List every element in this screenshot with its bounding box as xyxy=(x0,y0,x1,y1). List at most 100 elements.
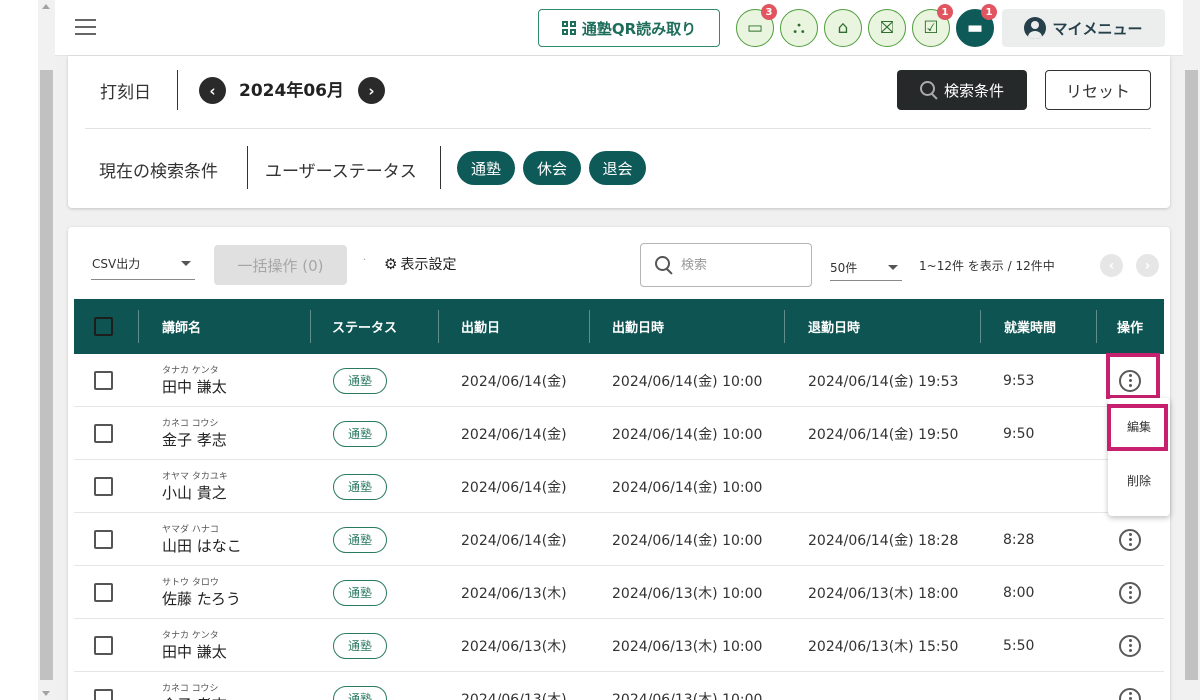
header-divider xyxy=(589,310,590,343)
prev-month-button[interactable]: ‹ xyxy=(199,77,226,104)
table-row[interactable]: ヤマダ ハナコ 山田 はなこ 通塾 2024/06/14(金) 2024/06/14(金… xyxy=(74,513,1164,566)
clock-in-cell: 2024/06/13(木) 10:00 xyxy=(612,691,763,700)
table-row[interactable]: オヤマ タカユキ 小山 貴之 通塾 2024/06/14(金) 2024/06/14(金… xyxy=(74,460,1164,513)
header-status[interactable]: ステータス xyxy=(332,299,397,354)
display-settings-button[interactable]: ⚙ 表示設定 xyxy=(384,254,456,274)
work-time-cell: 9:53 xyxy=(1003,372,1035,389)
chevron-down-icon xyxy=(181,260,191,266)
table-row[interactable]: タナカ ケンタ 田中 謙太 通塾 2024/06/14(金) 2024/06/14(金)… xyxy=(74,354,1164,407)
table-row[interactable]: タナカ ケンタ 田中 謙太 通塾 2024/06/13(木) 2024/06/13(木)… xyxy=(74,619,1164,672)
next-month-button[interactable]: › xyxy=(358,77,385,104)
row-checkbox[interactable] xyxy=(94,477,113,496)
status-cell: 通塾 xyxy=(333,619,387,672)
more-options-icon[interactable] xyxy=(1119,687,1141,700)
attendance-date-cell: 2024/06/13(木) xyxy=(461,585,567,602)
row-checkbox-cell[interactable] xyxy=(94,619,113,672)
top-header: 通塾QR読み取り ▭ 3 ⛬ ⌂ ⛝ ☑ 1 ▬ 1 マイメニュー xyxy=(55,0,1183,56)
menu-item-delete[interactable]: 削除 xyxy=(1108,460,1170,500)
header-work-time[interactable]: 就業時間 xyxy=(1004,299,1056,354)
hamburger-menu-icon[interactable] xyxy=(75,19,96,35)
teacher-name-cell: サトウ タロウ 佐藤 たろう xyxy=(162,566,241,619)
select-all-checkbox[interactable] xyxy=(94,317,113,336)
row-checkbox[interactable] xyxy=(94,371,113,390)
row-checkbox[interactable] xyxy=(94,689,113,700)
prev-page-button[interactable]: ‹ xyxy=(1100,254,1123,277)
row-checkbox-cell[interactable] xyxy=(94,513,113,566)
row-checkbox[interactable] xyxy=(94,530,113,549)
right-scrollbar-thumb[interactable] xyxy=(1185,70,1198,680)
school-building-button[interactable]: ⌂ xyxy=(824,9,862,47)
checklist-button[interactable]: ☑ 1 xyxy=(912,4,953,47)
status-chip-withdrawn[interactable]: 退会 xyxy=(589,151,646,185)
next-page-button[interactable]: › xyxy=(1136,254,1159,277)
my-menu-button[interactable]: マイメニュー xyxy=(1002,9,1165,47)
row-checkbox-cell[interactable] xyxy=(94,354,113,407)
teacher-name: 小山 貴之 xyxy=(162,483,227,502)
status-badge: 通塾 xyxy=(333,473,387,500)
table-row[interactable]: カネコ コウシ金子 孝志 通塾 2024/06/13(木) 2024/06/13(木)… xyxy=(74,672,1164,700)
teacher-name-cell: カネコ コウシ金子 孝志 xyxy=(162,672,227,700)
clock-in-cell: 2024/06/14(金) 10:00 xyxy=(612,479,763,496)
row-checkbox-cell[interactable] xyxy=(94,407,113,460)
more-options-icon[interactable] xyxy=(1119,634,1141,657)
attendance-date-cell: 2024/06/14(金) xyxy=(461,532,567,549)
status-chip-suspended[interactable]: 休会 xyxy=(523,151,581,185)
status-badge: 通塾 xyxy=(333,632,387,659)
teacher-name-cell: オヤマ タカユキ 小山 貴之 xyxy=(162,460,228,513)
left-scrollbar[interactable] xyxy=(38,0,55,700)
header-divider xyxy=(1096,310,1097,343)
per-page-select[interactable]: 50件 xyxy=(830,254,902,281)
more-options-icon[interactable] xyxy=(1119,581,1141,604)
user-status-label: ユーザーステータス xyxy=(265,162,417,182)
row-checkbox[interactable] xyxy=(94,424,113,443)
row-checkbox[interactable] xyxy=(94,636,113,655)
header-clock-out[interactable]: 退勤日時 xyxy=(808,299,860,354)
qr-scan-button[interactable]: 通塾QR読み取り xyxy=(538,9,720,47)
teacher-name-cell: タナカ ケンタ 田中 謙太 xyxy=(162,354,227,407)
table-row[interactable]: サトウ タロウ 佐藤 たろう 通塾 2024/06/13(木) 2024/06/13(木… xyxy=(74,566,1164,619)
status-cell: 通塾 xyxy=(333,672,387,700)
divider xyxy=(85,128,1151,129)
attendance-date-cell: 2024/06/13(木) xyxy=(461,691,567,700)
search-input[interactable] xyxy=(681,257,791,273)
clock-in-cell: 2024/06/13(木) 10:00 xyxy=(612,638,763,655)
status-badge: 通塾 xyxy=(333,526,387,553)
message-button[interactable]: ▬ 1 xyxy=(956,4,997,47)
current-month: 2024年06月 xyxy=(239,81,344,101)
clock-out-cell: 2024/06/13(木) 15:50 xyxy=(808,638,959,655)
header-attendance-date[interactable]: 出勤日 xyxy=(461,299,500,354)
scroll-up-arrow-icon[interactable] xyxy=(42,4,50,9)
scroll-down-arrow-icon[interactable] xyxy=(42,691,50,696)
row-checkbox[interactable] xyxy=(94,583,113,602)
clock-in-cell: 2024/06/14(金) 10:00 xyxy=(612,426,763,443)
attendance-date-cell: 2024/06/14(金) xyxy=(461,373,567,390)
status-chip-attending[interactable]: 通塾 xyxy=(457,151,515,185)
table-row[interactable]: カネコ コウシ 金子 孝志 通塾 2024/06/14(金) 2024/06/14(金)… xyxy=(74,407,1164,460)
teacher-name-kana: タナカ ケンタ xyxy=(162,365,219,376)
left-scrollbar-thumb[interactable] xyxy=(40,70,53,680)
search-field[interactable] xyxy=(640,243,812,287)
select-all-checkbox-cell[interactable] xyxy=(94,299,113,354)
chat-bubble-button[interactable]: ▭ 3 xyxy=(736,4,777,47)
highlight-edit-item xyxy=(1107,404,1168,451)
header-divider xyxy=(438,310,439,343)
header-name[interactable]: 講師名 xyxy=(162,299,201,354)
actions-cell xyxy=(1119,566,1141,619)
clock-out-cell: 2024/06/14(金) 19:53 xyxy=(808,373,959,390)
attendance-date-cell: 2024/06/14(金) xyxy=(461,479,567,496)
header-clock-in[interactable]: 出勤日時 xyxy=(612,299,664,354)
csv-export-select[interactable]: CSV出力 xyxy=(91,247,195,280)
reset-button[interactable]: リセット xyxy=(1045,70,1151,110)
right-scrollbar[interactable] xyxy=(1183,0,1200,700)
people-group-button[interactable]: ⛬ xyxy=(780,9,818,47)
chevron-right-icon: › xyxy=(1144,257,1151,274)
row-checkbox-cell[interactable] xyxy=(94,566,113,619)
bulk-action-button[interactable]: 一括操作 (0) xyxy=(214,245,347,285)
row-checkbox-cell[interactable] xyxy=(94,672,113,700)
highlight-more-button xyxy=(1106,353,1160,399)
gift-button[interactable]: ⛝ xyxy=(868,9,906,47)
row-checkbox-cell[interactable] xyxy=(94,460,113,513)
search-conditions-button[interactable]: 検索条件 xyxy=(897,70,1027,110)
more-options-icon[interactable] xyxy=(1119,528,1141,551)
csv-export-label: CSV出力 xyxy=(92,256,141,271)
